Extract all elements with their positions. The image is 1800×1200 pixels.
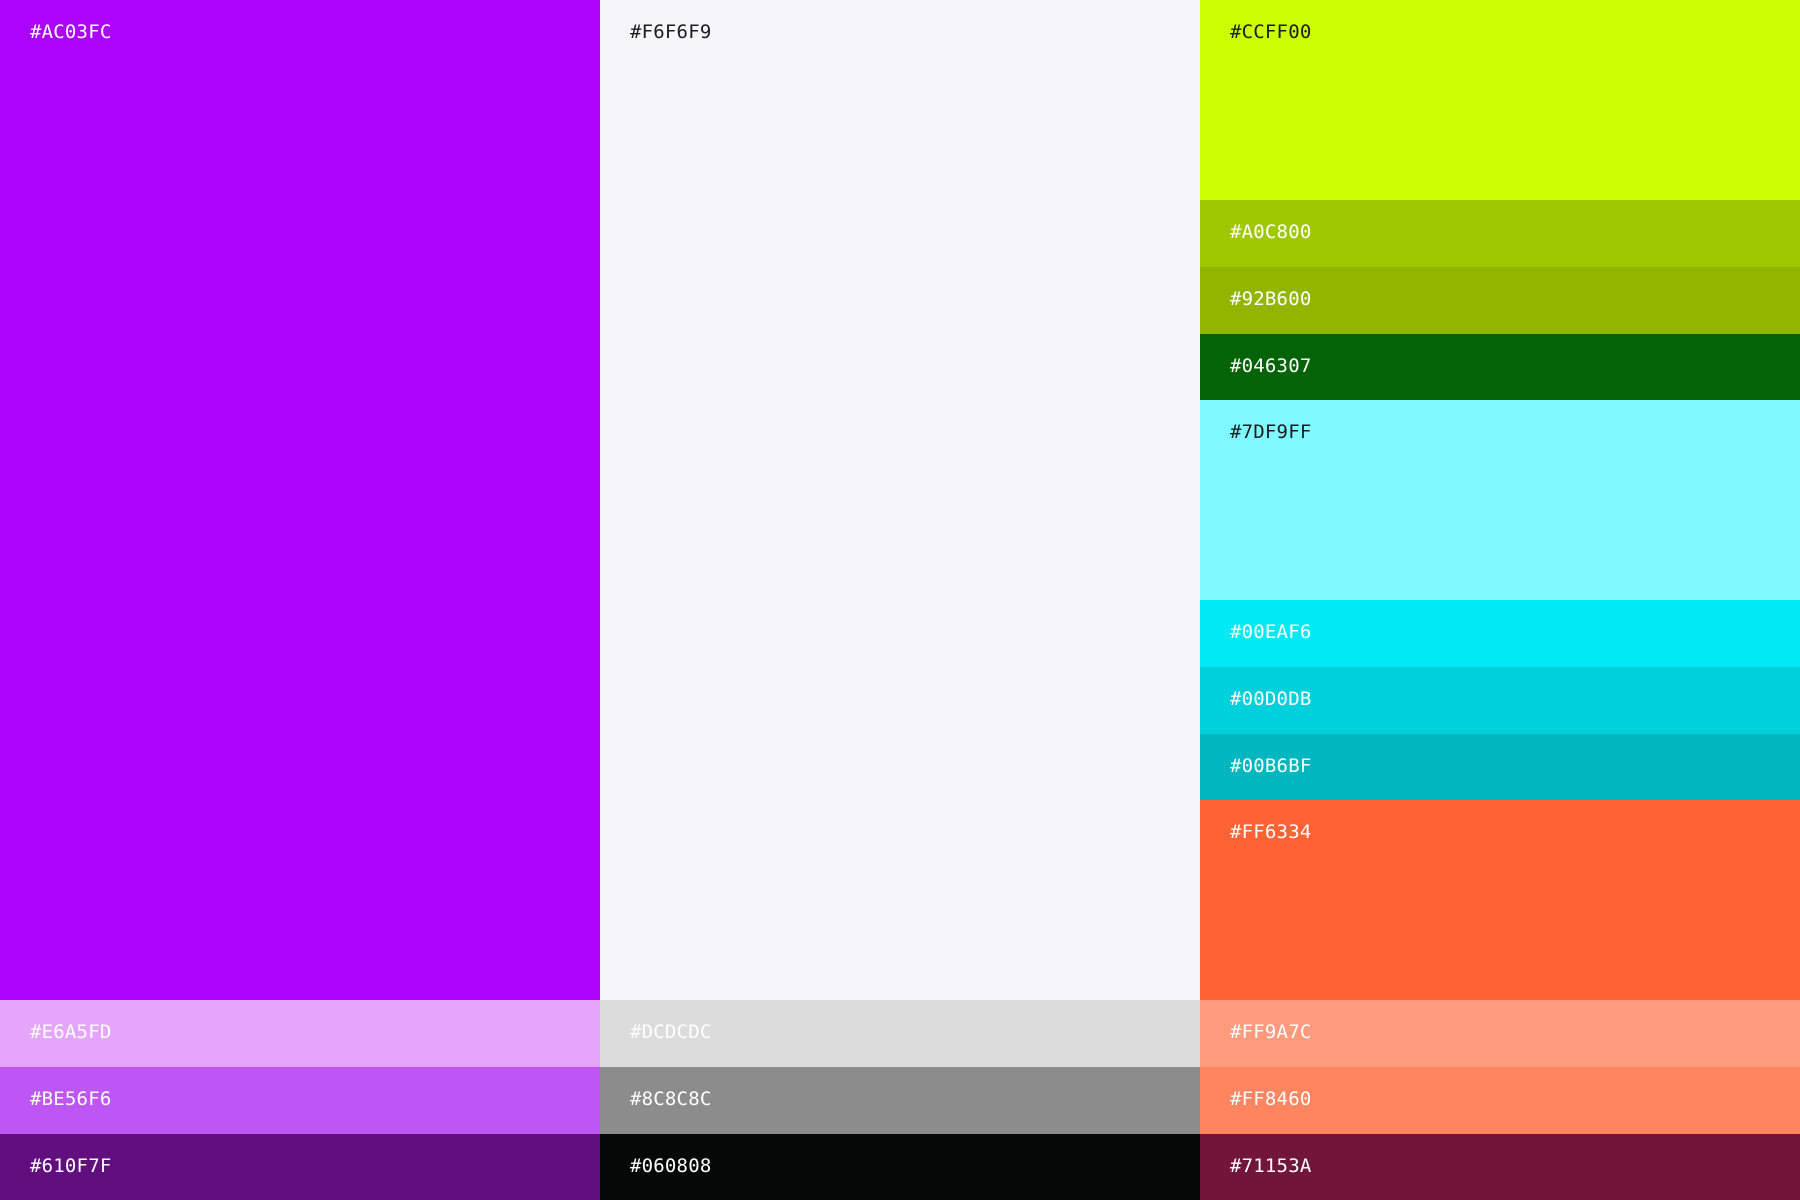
- swatch-hex-label: #92B600: [1230, 288, 1312, 310]
- color-swatch: #CCFF00: [1200, 0, 1800, 200]
- color-swatch: #92B600: [1200, 267, 1800, 334]
- color-swatch: #FF6334: [1200, 800, 1800, 1000]
- color-swatch: #AC03FC: [0, 0, 600, 1000]
- swatch-hex-label: #00EAF6: [1230, 621, 1312, 643]
- color-swatch: #BE56F6: [0, 1067, 600, 1134]
- color-swatch: #A0C800: [1200, 200, 1800, 267]
- swatch-hex-label: #610F7F: [30, 1155, 112, 1177]
- color-palette: #AC03FC #E6A5FD #BE56F6 #610F7F #F6F6F9 …: [0, 0, 1800, 1200]
- swatch-hex-label: #00B6BF: [1230, 755, 1312, 777]
- swatch-hex-label: #7DF9FF: [1230, 421, 1312, 443]
- color-swatch: #FF9A7C: [1200, 1000, 1800, 1067]
- palette-column-purple: #AC03FC #E6A5FD #BE56F6 #610F7F: [0, 0, 600, 1200]
- swatch-hex-label: #046307: [1230, 355, 1312, 377]
- color-swatch: #E6A5FD: [0, 1000, 600, 1067]
- color-swatch: #00B6BF: [1200, 734, 1800, 800]
- swatch-hex-label: #060808: [630, 1155, 712, 1177]
- swatch-hex-label: #A0C800: [1230, 221, 1312, 243]
- color-swatch: #00D0DB: [1200, 667, 1800, 734]
- swatch-hex-label: #F6F6F9: [630, 21, 712, 43]
- palette-column-accents: #CCFF00 #A0C800 #92B600 #046307 #7DF9FF …: [1200, 0, 1800, 1200]
- color-swatch: #610F7F: [0, 1134, 600, 1200]
- palette-column-neutral: #F6F6F9 #DCDCDC #8C8C8C #060808: [600, 0, 1200, 1200]
- swatch-hex-label: #AC03FC: [30, 21, 112, 43]
- swatch-hex-label: #CCFF00: [1230, 21, 1312, 43]
- swatch-hex-label: #FF8460: [1230, 1088, 1312, 1110]
- color-swatch: #060808: [600, 1134, 1200, 1200]
- color-swatch: #8C8C8C: [600, 1067, 1200, 1134]
- swatch-hex-label: #71153A: [1230, 1155, 1312, 1177]
- color-swatch: #DCDCDC: [600, 1000, 1200, 1067]
- swatch-hex-label: #DCDCDC: [630, 1021, 712, 1043]
- color-swatch: #046307: [1200, 334, 1800, 400]
- swatch-hex-label: #00D0DB: [1230, 688, 1312, 710]
- color-swatch: #F6F6F9: [600, 0, 1200, 1000]
- color-swatch: #00EAF6: [1200, 600, 1800, 667]
- swatch-hex-label: #8C8C8C: [630, 1088, 712, 1110]
- color-swatch: #71153A: [1200, 1134, 1800, 1200]
- swatch-hex-label: #FF9A7C: [1230, 1021, 1312, 1043]
- swatch-hex-label: #E6A5FD: [30, 1021, 112, 1043]
- swatch-hex-label: #FF6334: [1230, 821, 1312, 843]
- swatch-hex-label: #BE56F6: [30, 1088, 112, 1110]
- color-swatch: #7DF9FF: [1200, 400, 1800, 600]
- color-swatch: #FF8460: [1200, 1067, 1800, 1134]
